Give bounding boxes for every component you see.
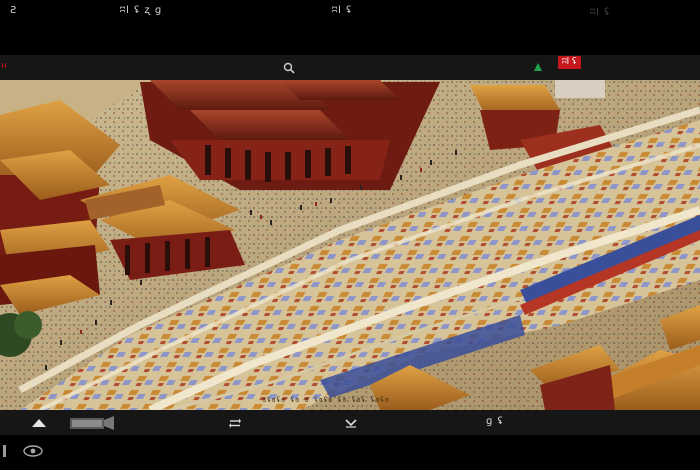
camera-icon[interactable] (66, 413, 118, 432)
eye-icon[interactable] (22, 442, 44, 460)
chevron-down-icon[interactable] (343, 416, 359, 430)
chevron-up-icon[interactable] (30, 416, 48, 430)
hud-bar: ʜ (0, 55, 700, 80)
swap-icon[interactable] (227, 416, 243, 430)
map-caption: ɞʢɞʢɞ ʢɞ ɞ ʢɞʢɞ ʢɞ ʢɞʢ ʢɞʢɞ (262, 396, 390, 404)
flag-icon[interactable] (531, 60, 545, 74)
search-icon[interactable] (281, 60, 297, 76)
top-text-left: Ƨ (10, 5, 18, 16)
status-badge: ʭl ʢ (558, 56, 581, 69)
top-text-center-right: ʭl ʢ (332, 5, 353, 16)
left-marker: ʜ (1, 61, 8, 71)
top-bar: Ƨ ʭl ʢ ʐ ɡ ʭl ʢ ʭl ʢ (0, 0, 700, 55)
bottom-right-label[interactable]: ɡ ʢ (486, 416, 504, 427)
bottom-toolbar: ɡ ʢ (0, 410, 700, 435)
top-text-center-left: ʭl ʢ ʐ ɡ (120, 5, 163, 16)
game-viewport[interactable]: ɞʢɞʢɞ ʢɞ ɞ ʢɞʢɞ ʢɞ ʢɞʢ ʢɞʢɞ (0, 80, 700, 410)
city-scene (0, 80, 700, 410)
exit-icon[interactable] (0, 443, 12, 459)
top-text-right: ʭl ʢ (590, 7, 611, 18)
footer-bar (0, 435, 700, 470)
